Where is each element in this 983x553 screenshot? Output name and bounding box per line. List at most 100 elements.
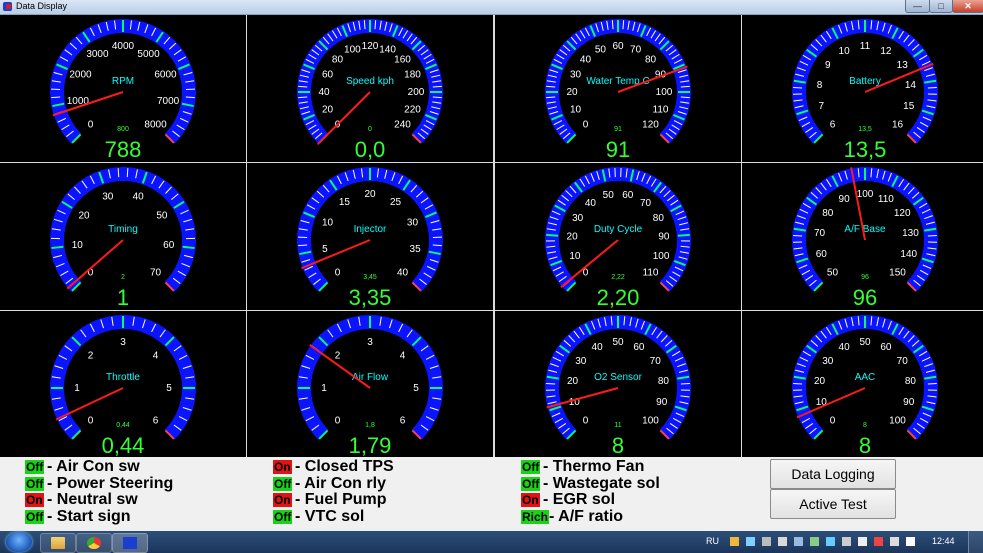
tick-label: 40 [397, 268, 409, 279]
status-badge: Off [25, 460, 45, 474]
tick-label: 100 [655, 87, 672, 98]
gauge-dial: 01020304050 60708090100110Duty Cycle2,222… [544, 167, 691, 310]
tick-label: 15 [903, 101, 915, 112]
tick-label: 10 [570, 105, 582, 116]
close-button[interactable]: ✕ [952, 0, 983, 13]
tick-label: 2 [335, 350, 341, 361]
tick-label: 200 [408, 87, 425, 98]
language-indicator[interactable]: RU [706, 536, 719, 546]
tray-app-icon[interactable] [762, 537, 771, 546]
tick-label: 50 [859, 337, 871, 348]
tick-label: 90 [658, 232, 670, 243]
tick-label: 20 [814, 376, 826, 387]
status-badge: Off [273, 509, 293, 524]
tray-device-icon[interactable] [794, 537, 803, 546]
tick-label: 240 [395, 120, 412, 131]
tray-signal-icon[interactable] [810, 537, 819, 546]
tick-label: 3000 [86, 49, 109, 60]
tick-label: 6 [400, 416, 406, 427]
gauge-battery: 6 7 8 9 10 11 12 13 14 15 16 Battery 13,5 13,5 [741, 15, 983, 162]
gauge-label: Air Flow [352, 372, 389, 383]
status-badge: On [25, 493, 44, 507]
tick-label: 1 [74, 383, 80, 394]
tick-label: 5 [166, 383, 172, 394]
gauge-raw-value: 2 [121, 274, 125, 281]
minor-tick [298, 244, 308, 247]
explorer-icon [51, 537, 65, 549]
tick-label: 20 [566, 87, 578, 98]
status-badge: Off [25, 509, 45, 524]
tick-label: 120 [894, 208, 911, 219]
tick-label: 20 [322, 105, 334, 116]
tick-label: 140 [900, 249, 917, 260]
tick-label: 110 [878, 194, 894, 205]
gauge-duty-cycle: 0 10 20 30 40 50 60 70 80 90 100 110 Duty Cycle 2,22 2… [494, 163, 741, 310]
gauge-a-f-base: 50 60 70 80 90 100 110 120 130 140 150 A/F Base 96 96 [741, 163, 983, 310]
gauge-value: 1,79 [349, 433, 392, 458]
tick-label: 90 [903, 397, 915, 408]
minimize-button[interactable]: — [905, 0, 930, 13]
gauge-o2-sensor: 0 10 20 30 40 50 60 70 80 90 100 O2 Sensor 11 8 [494, 311, 741, 458]
status-badge: Off [521, 476, 541, 491]
major-tick [677, 233, 690, 237]
status-label: - EGR sol [543, 491, 616, 508]
active-test-button[interactable]: Active Test [770, 489, 896, 519]
tick-label: 220 [404, 105, 421, 116]
minor-tick [680, 85, 690, 88]
gauge-raw-value: 0 [368, 126, 372, 133]
major-tick [182, 245, 195, 250]
tick-label: 4 [400, 350, 406, 361]
tray-cloud-icon[interactable] [826, 537, 835, 546]
start-button[interactable] [6, 532, 32, 552]
tray-action-center-icon[interactable] [874, 537, 883, 546]
tray-usb-icon[interactable] [858, 537, 867, 546]
taskbar-app-data-display[interactable] [112, 533, 148, 553]
minor-tick [433, 85, 443, 88]
status-item: On - Fuel Pump [273, 491, 503, 509]
tray-volume-icon[interactable] [906, 537, 915, 546]
tick-label: 20 [567, 376, 579, 387]
chrome-icon [87, 537, 101, 549]
tray-battery-icon[interactable] [890, 537, 899, 546]
minor-tick [927, 86, 937, 89]
status-item: On - EGR sol [521, 491, 751, 509]
gauge-raw-value: 11 [614, 422, 621, 429]
gauge-label: A/F Base [844, 224, 886, 235]
tick-label: 10 [72, 240, 84, 251]
gauge-raw-value: 8 [863, 422, 867, 429]
tick-label: 80 [905, 376, 917, 387]
tick-label: 80 [332, 54, 344, 65]
gauge-dial: 010002000300040005000600070008000RPM8007… [50, 19, 196, 162]
gauge-raw-value: 91 [614, 126, 622, 133]
title-bar: Data Display — □ ✕ [0, 0, 983, 15]
data-logging-button[interactable]: Data Logging [770, 459, 896, 489]
show-desktop-button[interactable] [968, 531, 983, 553]
tick-label: 40 [133, 192, 145, 203]
tick-label: 110 [642, 268, 658, 279]
status-label: - Closed TPS [295, 458, 394, 475]
status-item: On - Closed TPS [273, 458, 503, 476]
tick-label: 100 [642, 416, 659, 427]
tray-flag-icon[interactable] [730, 537, 739, 546]
tick-label: 5000 [137, 49, 160, 60]
status-item: Off - Thermo Fan [521, 458, 751, 476]
clock[interactable]: 12:44 [932, 536, 955, 546]
status-item: Rich - A/F ratio [521, 508, 751, 526]
tick-label: 70 [630, 45, 642, 56]
minor-tick [51, 96, 61, 99]
tray-network-icon[interactable] [746, 537, 755, 546]
taskbar-app-explorer[interactable] [40, 533, 76, 553]
tick-label: 12 [880, 46, 892, 57]
tick-label: 20 [365, 189, 377, 200]
tray-monitor-icon[interactable] [778, 537, 787, 546]
tick-label: 110 [652, 105, 668, 116]
gauge-grid: 0 1000 2000 3000 4000 5000 6000 7000 8000 RPM 800 7… [0, 15, 983, 458]
taskbar-app-chrome[interactable] [76, 533, 112, 553]
tick-label: 180 [404, 69, 421, 80]
app-icon [3, 2, 12, 11]
tick-label: 40 [591, 342, 603, 353]
gauge-label: AAC [855, 372, 876, 383]
maximize-button[interactable]: □ [929, 0, 953, 13]
tray-bluetooth-icon[interactable] [842, 537, 851, 546]
gauge-dial: 0102030 40506070Timing21 [50, 167, 196, 310]
